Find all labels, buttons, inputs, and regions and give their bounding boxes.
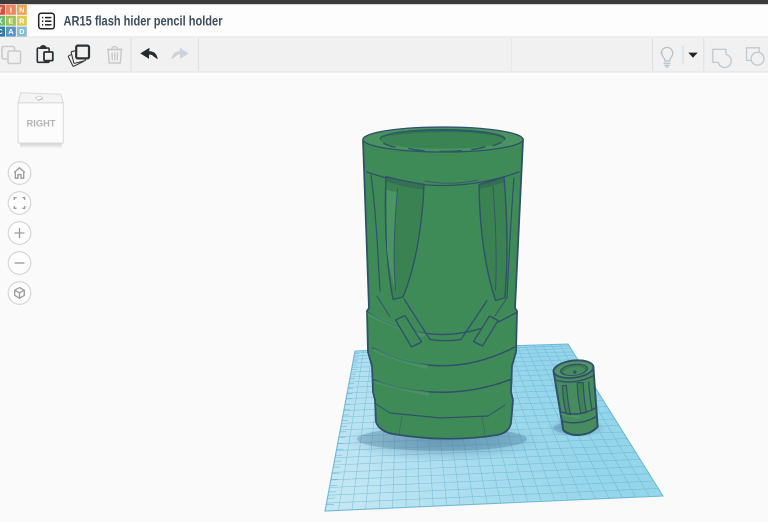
svg-text:I: I [10, 5, 12, 14]
svg-text:AR15 flash hider pencil holder: AR15 flash hider pencil holder [64, 13, 223, 29]
svg-text:E: E [8, 16, 13, 25]
svg-text:RIGHT: RIGHT [27, 119, 56, 130]
svg-text:R: R [19, 16, 25, 25]
svg-text:N: N [19, 5, 24, 14]
svg-text:D: D [19, 27, 25, 36]
svg-text:A: A [8, 27, 14, 36]
